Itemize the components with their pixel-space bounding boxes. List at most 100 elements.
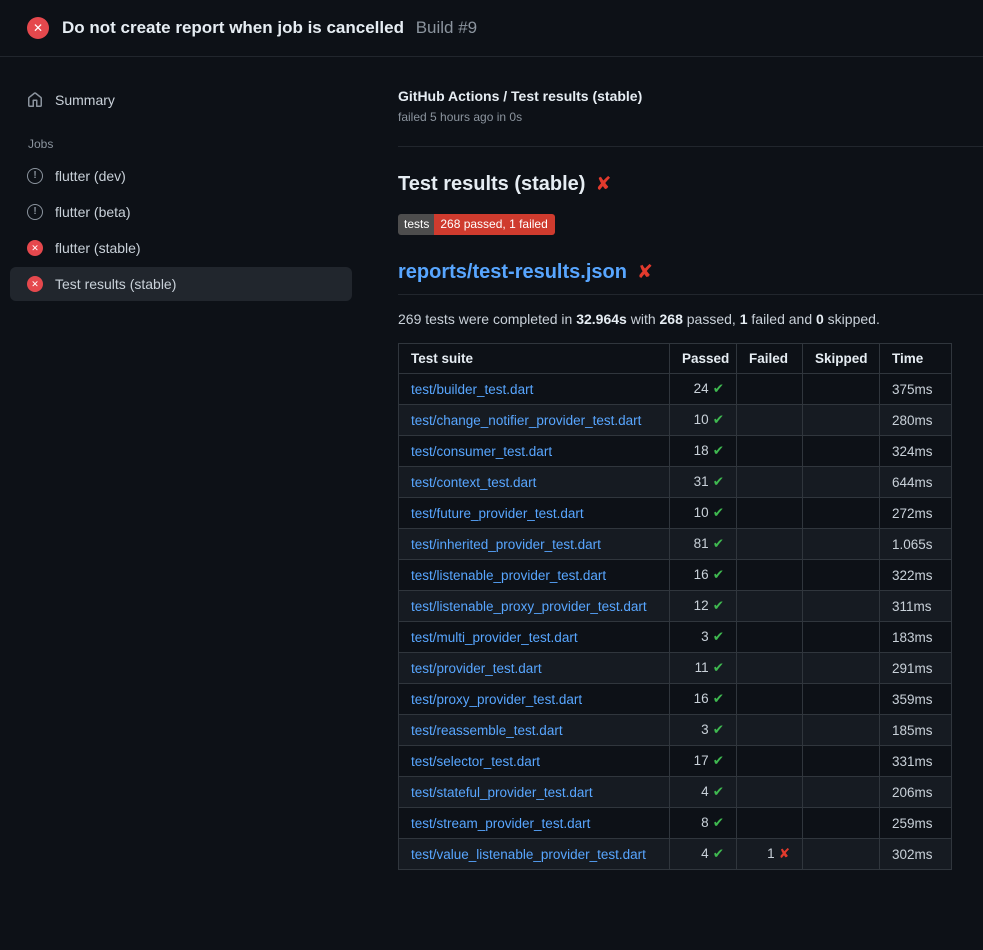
sidebar-item-job[interactable]: !flutter (beta) [10,195,352,229]
time-cell: 375ms [880,374,952,405]
test-suite-link[interactable]: test/consumer_test.dart [411,444,552,459]
failed-total: 1 [740,311,748,327]
test-suite-link[interactable]: test/change_notifier_provider_test.dart [411,413,641,428]
suite-cell: test/inherited_provider_test.dart [399,529,670,560]
passed-cell: 16✔ [670,560,737,591]
skipped-cell [803,746,880,777]
table-row: test/context_test.dart31✔644ms [399,467,952,498]
passed-cell: 81✔ [670,529,737,560]
report-file-link[interactable]: reports/test-results.json [398,261,627,284]
check-icon: ✔ [713,629,724,644]
time-cell: 322ms [880,560,952,591]
time-cell: 331ms [880,746,952,777]
column-passed: Passed [670,344,737,374]
report-heading: reports/test-results.json ✘ [398,261,983,295]
test-suite-link[interactable]: test/stateful_provider_test.dart [411,785,593,800]
passed-cell: 10✔ [670,498,737,529]
table-row: test/stateful_provider_test.dart4✔206ms [399,777,952,808]
skipped-cell [803,684,880,715]
suite-cell: test/provider_test.dart [399,653,670,684]
passed-cell: 31✔ [670,467,737,498]
sidebar-item-summary[interactable]: Summary [10,83,352,117]
test-suite-link[interactable]: test/stream_provider_test.dart [411,816,590,831]
check-icon: ✔ [713,474,724,489]
time-cell: 185ms [880,715,952,746]
check-icon: ✔ [713,536,724,551]
check-icon: ✔ [713,691,724,706]
suite-cell: test/change_notifier_provider_test.dart [399,405,670,436]
section-divider [398,146,983,147]
suite-cell: test/context_test.dart [399,467,670,498]
run-meta: failed 5 hours ago in 0s [398,110,952,124]
check-icon: ✔ [713,815,724,830]
failed-x-icon: ✘ [637,263,653,282]
passed-cell: 24✔ [670,374,737,405]
skipped-cell [803,405,880,436]
passed-count: 8 [701,815,709,830]
passed-count: 10 [694,505,709,520]
table-row: test/inherited_provider_test.dart 81✔ 1.06… [399,529,952,560]
test-suite-link[interactable]: test/reassemble_test.dart [411,723,563,738]
skipped-cell [803,374,880,405]
suite-cell: test/selector_test.dart [399,746,670,777]
test-suite-link[interactable]: test/listenable_provider_test.dart [411,568,606,583]
passed-count: 17 [694,753,709,768]
sidebar-item-job[interactable]: ✕flutter (stable) [10,231,352,265]
test-suite-link[interactable]: test/value_listenable_provider_test.dart [411,847,646,862]
alert-circle-icon: ! [27,168,43,184]
badge-value: 268 passed, 1 failed [434,214,554,235]
alert-circle-icon: ! [27,204,43,220]
suite-cell: test/proxy_provider_test.dart [399,684,670,715]
check-icon: ✔ [713,412,724,427]
section-title-text: Test results (stable) [398,173,585,196]
time-cell: 259ms [880,808,952,839]
tests-badge: tests 268 passed, 1 failed [398,214,555,235]
suite-cell: test/value_listenable_provider_test.dart [399,839,670,870]
x-circle-icon: ✕ [27,17,49,39]
column-skipped: Skipped [803,344,880,374]
sidebar-item-job[interactable]: ✕Test results (stable) [10,267,352,301]
failed-cell [737,622,803,653]
check-icon: ✔ [713,846,724,861]
time-cell: 1.065s [880,529,952,560]
skipped-cell [803,436,880,467]
main-content: GitHub Actions / Test results (stable) f… [398,57,983,950]
total-time: 32.964s [576,311,627,327]
page-layout: Summary Jobs !flutter (dev)!flutter (bet… [0,57,983,950]
skipped-cell [803,653,880,684]
failed-cell [737,653,803,684]
test-suite-link[interactable]: test/selector_test.dart [411,754,540,769]
passed-cell: 18✔ [670,436,737,467]
test-suite-link[interactable]: test/multi_provider_test.dart [411,630,578,645]
table-row: test/listenable_provider_test.dart 16✔ 322… [399,560,952,591]
home-icon [27,92,43,108]
test-suite-link[interactable]: test/future_provider_test.dart [411,506,584,521]
results-table: Test suite Passed Failed Skipped Time te… [398,343,952,870]
passed-count: 4 [701,784,709,799]
suite-cell: test/stateful_provider_test.dart [399,777,670,808]
time-cell: 302ms [880,839,952,870]
test-suite-link[interactable]: test/provider_test.dart [411,661,542,676]
skipped-total: 0 [816,311,824,327]
test-suite-link[interactable]: test/listenable_proxy_provider_test.dart [411,599,647,614]
test-suite-link[interactable]: test/proxy_provider_test.dart [411,692,582,707]
failed-cell [737,715,803,746]
test-suite-link[interactable]: test/context_test.dart [411,475,536,490]
table-row: test/reassemble_test.dart3✔185ms [399,715,952,746]
sidebar-item-job[interactable]: !flutter (dev) [10,159,352,193]
time-cell: 280ms [880,405,952,436]
column-failed: Failed [737,344,803,374]
skipped-cell [803,467,880,498]
skipped-cell [803,839,880,870]
table-row: test/future_provider_test.dart 10✔ 272ms [399,498,952,529]
passed-cell: 11✔ [670,653,737,684]
passed-count: 11 [695,660,709,675]
table-row: test/consumer_test.dart18✔324ms [399,436,952,467]
jobs-heading: Jobs [28,137,398,151]
time-cell: 272ms [880,498,952,529]
passed-count: 24 [694,381,709,396]
failed-cell [737,808,803,839]
failed-cell: 1✘ [737,839,803,870]
test-suite-link[interactable]: test/inherited_provider_test.dart [411,537,601,552]
test-suite-link[interactable]: test/builder_test.dart [411,382,533,397]
